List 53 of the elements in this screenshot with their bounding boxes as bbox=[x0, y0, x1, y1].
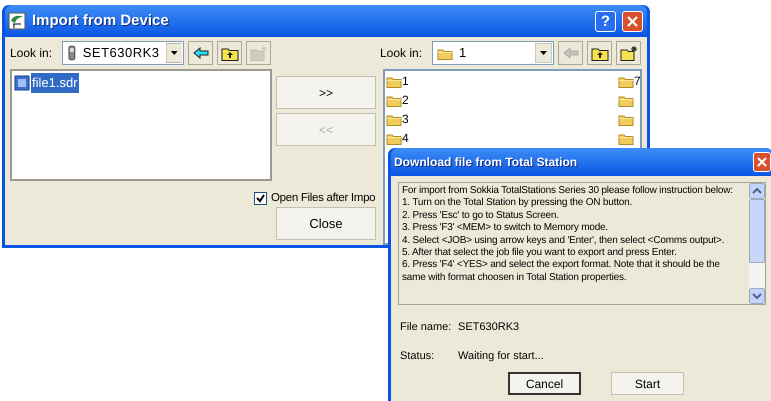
dropdown-arrow-icon bbox=[535, 43, 552, 63]
close-button[interactable] bbox=[622, 10, 643, 32]
close-dialog-button[interactable]: Close bbox=[276, 207, 376, 240]
folder-item[interactable]: 3 bbox=[402, 110, 409, 128]
field-value: Waiting for start... bbox=[458, 348, 544, 364]
window-title: Download file from Total Station bbox=[394, 154, 578, 171]
device-icon bbox=[67, 45, 77, 61]
back-button[interactable] bbox=[188, 41, 214, 65]
checkbox-label: Open Files after Impo bbox=[271, 191, 376, 206]
app-icon bbox=[8, 12, 26, 30]
transfer-button[interactable]: >> bbox=[276, 76, 376, 109]
dialog-button[interactable]: Cancel bbox=[508, 372, 581, 395]
instruction-text: 2. Press 'Esc' to go to Status Screen. bbox=[402, 210, 560, 222]
new-folder-icon bbox=[620, 45, 638, 61]
field-label: File name: bbox=[400, 320, 452, 335]
instruction-text: 3. Press 'F3' <MEM> to switch to Memory mode. bbox=[402, 222, 609, 235]
up-folder-button[interactable] bbox=[587, 41, 612, 65]
instruction-text: For import from Sokkia TotalStations Series 30 please follow instruction below: bbox=[402, 185, 734, 198]
close-button[interactable] bbox=[753, 152, 771, 172]
folder-up-icon bbox=[220, 46, 239, 60]
folder-up-icon bbox=[590, 46, 609, 60]
folder-item[interactable]: 4 bbox=[402, 128, 409, 146]
location-dropdown[interactable]: 1 bbox=[432, 41, 554, 65]
scroll-up-icon bbox=[749, 183, 765, 199]
folder-item[interactable]: 7 bbox=[634, 72, 640, 90]
window-title: Import from Device bbox=[32, 10, 170, 31]
file-item[interactable]: file1.sdr bbox=[31, 73, 79, 92]
scrollbar[interactable] bbox=[749, 183, 765, 304]
instruction-text: 5. After that select the job file you want to export and press Enter. bbox=[402, 247, 678, 260]
close-icon bbox=[757, 157, 767, 167]
back-arrow-icon bbox=[192, 47, 209, 59]
dropdown-arrow-icon bbox=[166, 43, 182, 63]
back-arrow-icon bbox=[562, 47, 579, 59]
new-folder-button[interactable] bbox=[616, 41, 642, 65]
check-icon bbox=[256, 194, 265, 204]
close-icon bbox=[627, 16, 638, 26]
location-dropdown[interactable]: SET630RK3 bbox=[62, 41, 184, 65]
up-folder-button[interactable] bbox=[217, 41, 242, 65]
instruction-text: 6. Press 'F4' <YES> and select the export format. Note that it should be the same with format choosen in Total Station properties. bbox=[402, 259, 721, 284]
file-icon bbox=[14, 74, 30, 91]
folder-item[interactable]: 2 bbox=[402, 90, 409, 108]
folder-item[interactable]: 1 bbox=[402, 72, 409, 90]
field-value: SET630RK3 bbox=[458, 320, 520, 335]
scroll-down-icon bbox=[749, 288, 765, 304]
checkbox[interactable] bbox=[254, 192, 267, 206]
new-folder-icon bbox=[250, 45, 268, 61]
instruction-text: 4. Select <JOB> using arrow keys and 'Enter', then select <Comms output>. bbox=[402, 234, 726, 248]
look-in-label: Look in: bbox=[380, 45, 422, 62]
instruction-text: 1. Turn on the Total Station by pressing the ON button. bbox=[402, 197, 634, 210]
help-button[interactable]: ? bbox=[595, 10, 616, 32]
dialog-button[interactable]: Start bbox=[611, 372, 684, 395]
field-label: Status: bbox=[400, 348, 436, 364]
look-in-label: Look in: bbox=[10, 45, 52, 62]
